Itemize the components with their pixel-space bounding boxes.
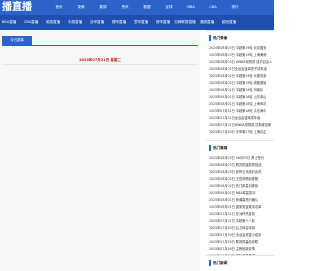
highlight-link[interactable]: 2025年07月30日 后卫转会传闻 xyxy=(209,225,275,232)
date-divider xyxy=(2,64,198,65)
replay-link[interactable]: 2025年08月03日 WNBA常规赛 纽约自由人 xyxy=(209,59,275,66)
league-nav-item[interactable]: 西甲直播 xyxy=(152,15,174,30)
highlight-link[interactable]: 2025年07月31日 亚洲杯热身赛 xyxy=(209,211,275,218)
league-nav-item[interactable]: 法甲直播 xyxy=(86,15,108,30)
replay-link[interactable]: 2025年07月31日全运会篮球成年组 xyxy=(209,115,275,122)
panel-title: 热门录像 xyxy=(213,36,228,40)
panel-title: 热门新闻 xyxy=(213,261,228,265)
schedule-column xyxy=(0,30,200,271)
nav-item[interactable]: 排行 xyxy=(224,0,246,15)
replays-list: 2025年08月03日 中超第19轮 北京国安 2025年08月03日 中超第19… xyxy=(206,45,274,136)
nav-item[interactable]: CBA xyxy=(202,0,224,15)
replay-link[interactable]: 2025年07月30日 中甲第17轮 上海嘉定 xyxy=(209,129,275,136)
highlight-link[interactable]: 2025年07月30日 全运会男篮小组赛 xyxy=(209,232,275,239)
main-nav: 首页 录像 集锦 资讯 数据 足球 NBA CBA 排行 xyxy=(48,0,246,15)
highlight-link[interactable]: 2025年07月29日 联赛揭幕战前瞻 xyxy=(209,239,275,246)
replay-link[interactable]: 2025年08月01日 中超第18轮 上海申花 xyxy=(209,101,275,108)
highlight-link[interactable]: 2025年08月01日 NBA球星夏训 xyxy=(209,190,275,197)
panel-title: 热门集锦 xyxy=(213,146,228,150)
top-navigation-bar: 播直播 首页 录像 集锦 资讯 数据 足球 NBA CBA 排行 xyxy=(0,0,274,15)
schedule-date: 2025年07月21日 星期二 xyxy=(79,58,121,62)
hot-replays-panel: 热门录像 2025年08月03日 中超第19轮 北京国安 2025年08月03日 … xyxy=(206,30,274,136)
league-nav-item[interactable]: 德甲直播 xyxy=(108,15,130,30)
league-nav-item[interactable]: 澳超直播 xyxy=(196,15,218,30)
replay-link[interactable]: 2025年07月31日WNBA常规赛 拉斯维加斯 xyxy=(209,122,275,129)
replay-link[interactable]: 2025年08月01日 中超第18轮 山东泰山 xyxy=(209,94,275,101)
replay-link[interactable]: 2025年07月31日 中超第18轮 青岛海牛 xyxy=(209,108,275,115)
panel-header: 热门集锦 xyxy=(206,141,274,155)
nav-item[interactable]: 集锦 xyxy=(92,0,114,15)
league-nav-item[interactable]: 日韩联赛直播 xyxy=(174,15,196,30)
nav-item[interactable]: 数据 xyxy=(136,0,158,15)
nav-item[interactable]: 首页 xyxy=(48,0,70,15)
panel-header: 热门录像 xyxy=(206,31,274,45)
today-matches-tab[interactable]: 今日赛事 xyxy=(2,36,32,45)
highlight-link[interactable]: 2025年08月03日 08月03日 勇士签约 xyxy=(209,155,275,162)
highlight-link[interactable]: 2025年08月01日 国家男篮集训名单 xyxy=(209,204,275,211)
panel-header: 热门新闻 xyxy=(206,256,274,270)
highlight-link[interactable]: 2025年08月02日 王哲林晒训练照 xyxy=(209,176,275,183)
replay-link[interactable]: 2025年08月03日 中超第19轮 北京国安 xyxy=(209,45,275,52)
panel-accent-bar xyxy=(209,145,211,151)
replay-link[interactable]: 2025年08月01日 中超第19轮 河南队 xyxy=(209,87,275,94)
league-nav-bar: NBA直播 CBA直播 英超直播 中超直播 法甲直播 德甲直播 意甲直播 西甲直播 日韩联赛直播… xyxy=(0,15,274,30)
league-nav-item[interactable]: 英超直播 xyxy=(42,15,64,30)
highlight-link[interactable]: 2025年08月02日 热门新星训练营 xyxy=(209,183,275,190)
nav-item[interactable]: 足球 xyxy=(158,0,180,15)
nav-item[interactable]: 资讯 xyxy=(114,0,136,15)
league-nav-item[interactable]: 意甲直播 xyxy=(130,15,152,30)
league-nav-item[interactable]: 中超直播 xyxy=(64,15,86,30)
panel-accent-bar xyxy=(209,35,211,41)
hot-highlights-panel: 热门集锦 2025年08月03日 08月03日 勇士签约 2025年08月03日 … xyxy=(206,140,274,260)
highlight-link[interactable]: 2025年08月03日 前锋五年续约谈判 xyxy=(209,169,275,176)
league-nav-item[interactable]: CBA直播 xyxy=(20,15,42,30)
nav-item[interactable]: NBA xyxy=(180,0,202,15)
tab-underline xyxy=(2,45,198,46)
replay-link[interactable]: 2025年08月02日全运会篮球男子成年组 xyxy=(209,66,275,73)
league-nav-item[interactable]: 欧冠直播 xyxy=(218,15,240,30)
highlights-list: 2025年08月03日 08月03日 勇士签约 2025年08月03日 联赛男篮新… xyxy=(206,155,274,260)
replay-link[interactable]: 2025年08月03日 中超第19轮 上海海港 xyxy=(209,52,275,59)
site-logo[interactable]: 播直播 xyxy=(2,1,32,14)
highlight-link[interactable]: 2025年08月01日 杨瀚森签约确认 xyxy=(209,197,275,204)
highlight-link[interactable]: 2025年07月31日 中超第十八轮 xyxy=(209,218,275,225)
replay-link[interactable]: 2025年08月02日 中超第19轮 成都蓉城 xyxy=(209,80,275,87)
nav-item[interactable]: 录像 xyxy=(70,0,92,15)
replay-link[interactable]: 2025年08月02日 中超第19轮 长春亚泰 xyxy=(209,73,275,80)
highlight-link[interactable]: 2025年08月03日 联赛男篮新秀挑战 xyxy=(209,162,275,169)
league-nav-item[interactable]: NBA直播 xyxy=(0,15,20,30)
hot-news-panel: 热门新闻 xyxy=(206,255,274,270)
panel-accent-bar xyxy=(209,260,211,266)
highlight-link[interactable]: 2025年07月29日 主教练新赛季 xyxy=(209,246,275,253)
